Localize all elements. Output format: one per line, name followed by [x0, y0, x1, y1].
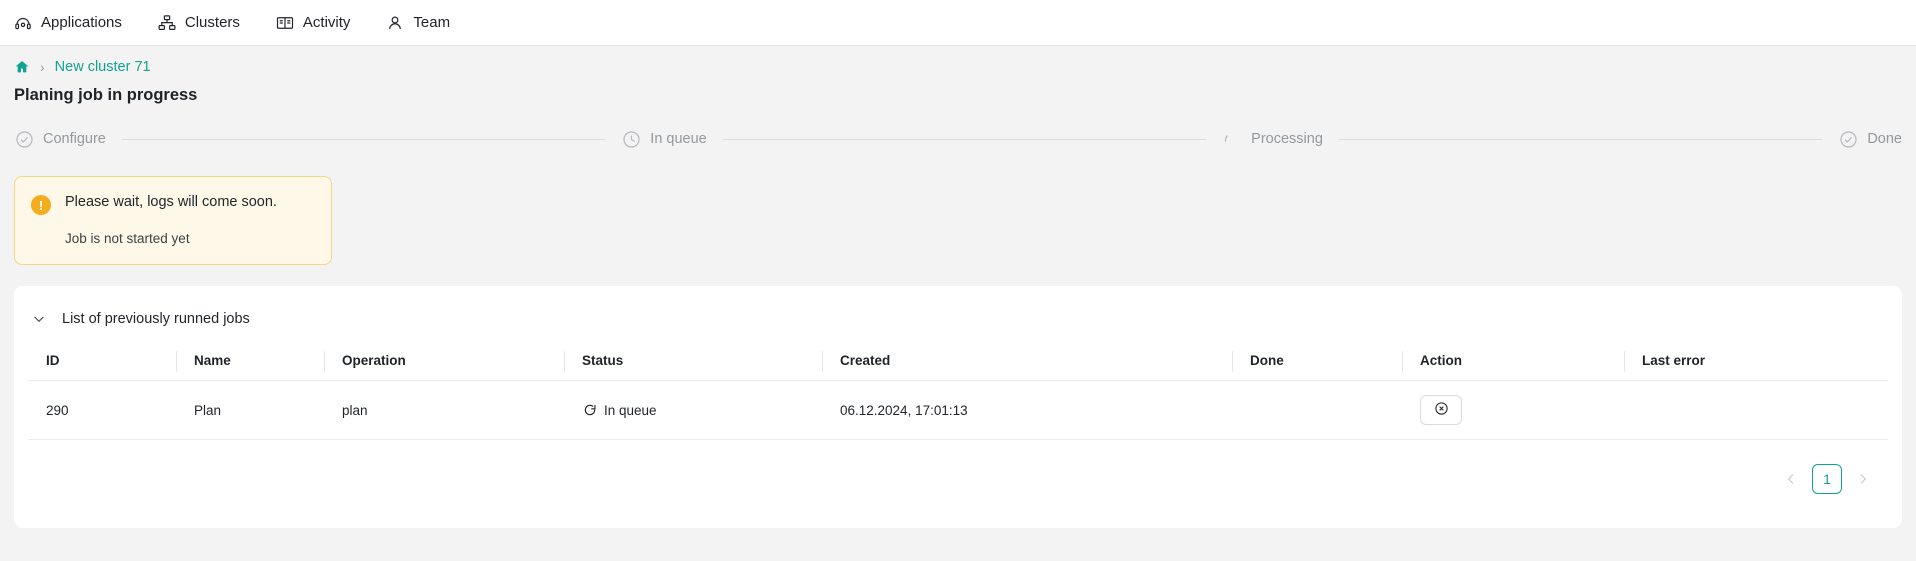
chevron-down-icon — [32, 312, 46, 326]
column-header-operation: Operation — [324, 343, 564, 381]
spinner-arc-icon — [1222, 129, 1242, 149]
nav-item-team[interactable]: Team — [386, 0, 450, 46]
jobs-table: ID Name Operation Status Created Done Ac… — [28, 343, 1888, 440]
column-header-done: Done — [1232, 343, 1402, 381]
column-header-id: ID — [28, 343, 176, 381]
alert-subtitle: Job is not started yet — [65, 231, 190, 246]
nav-item-applications[interactable]: Applications — [14, 0, 122, 46]
status-text: In queue — [604, 402, 657, 418]
clock-icon — [621, 129, 641, 149]
previous-jobs-card: List of previously runned jobs ID Name O… — [14, 286, 1902, 528]
cell-name: Plan — [176, 380, 324, 440]
column-header-action: Action — [1402, 343, 1624, 381]
column-header-last-error: Last error — [1624, 343, 1888, 381]
nav-item-activity[interactable]: Activity — [276, 0, 351, 46]
nav-item-clusters[interactable]: Clusters — [158, 0, 240, 46]
nav-label-team: Team — [413, 14, 451, 31]
cell-done — [1232, 380, 1402, 440]
job-progress-stepper: Configure In queue Processing Done — [14, 124, 1902, 154]
chevron-left-icon[interactable] — [1780, 466, 1802, 492]
jobs-table-body: 290 Plan plan In queue 06.12.2024, 17:01… — [28, 380, 1888, 440]
cell-operation: plan — [324, 380, 564, 440]
breadcrumb-link-cluster[interactable]: New cluster 71 — [55, 59, 151, 75]
check-circle-icon — [1838, 129, 1858, 149]
column-header-name: Name — [176, 343, 324, 381]
step-label-configure: Configure — [43, 131, 106, 147]
alert-title: Please wait, logs will come soon. — [65, 194, 277, 210]
step-label-processing: Processing — [1251, 131, 1323, 147]
pagination: 1 — [14, 440, 1902, 494]
chevron-right-icon[interactable] — [1852, 466, 1874, 492]
step-done: Done — [1838, 129, 1902, 149]
cancel-job-button[interactable] — [1420, 395, 1462, 425]
team-icon — [386, 14, 404, 32]
cell-created: 06.12.2024, 17:01:13 — [822, 380, 1232, 440]
page-title: Planing job in progress — [14, 86, 198, 104]
step-connector-3 — [1338, 138, 1823, 140]
table-header-row: ID Name Operation Status Created Done Ac… — [28, 343, 1888, 381]
step-label-in-queue: In queue — [650, 131, 707, 147]
step-processing: Processing — [1222, 129, 1323, 149]
applications-icon — [14, 14, 32, 32]
pagination-page-1[interactable]: 1 — [1812, 464, 1842, 494]
top-navigation-bar: Applications Clusters Activity Team — [0, 0, 1916, 46]
alert-main-row: ! Please wait, logs will come soon. — [31, 194, 315, 215]
step-in-queue: In queue — [621, 129, 707, 149]
check-circle-icon — [14, 129, 34, 149]
cell-last-error — [1624, 380, 1888, 440]
clusters-icon — [158, 14, 176, 32]
step-label-done: Done — [1867, 131, 1902, 147]
nav-label-clusters: Clusters — [184, 14, 240, 31]
warning-alert: ! Please wait, logs will come soon. Job … — [14, 176, 332, 265]
jobs-panel-toggle[interactable]: List of previously runned jobs — [14, 286, 250, 334]
step-configure: Configure — [14, 129, 106, 149]
jobs-table-head: ID Name Operation Status Created Done Ac… — [28, 343, 1888, 381]
status-badge: In queue — [582, 403, 822, 418]
breadcrumb: › New cluster 71 — [0, 46, 1916, 75]
cell-status: In queue — [564, 380, 822, 440]
table-row: 290 Plan plan In queue 06.12.2024, 17:01… — [28, 380, 1888, 440]
cancel-circle-icon — [1434, 401, 1449, 419]
nav-label-applications: Applications — [41, 14, 122, 31]
column-header-created: Created — [822, 343, 1232, 381]
refresh-spinner-icon — [582, 403, 597, 418]
cell-id: 290 — [28, 380, 176, 440]
exclamation-circle-icon: ! — [31, 195, 51, 215]
column-header-status: Status — [564, 343, 822, 381]
jobs-panel-title: List of previously runned jobs — [62, 310, 250, 327]
cell-action — [1402, 380, 1624, 440]
nav-label-activity: Activity — [302, 14, 351, 31]
activity-icon — [276, 14, 294, 32]
step-connector-2 — [722, 138, 1207, 140]
breadcrumb-separator: › — [40, 59, 45, 75]
step-connector-1 — [121, 138, 606, 140]
home-icon[interactable] — [14, 59, 30, 75]
